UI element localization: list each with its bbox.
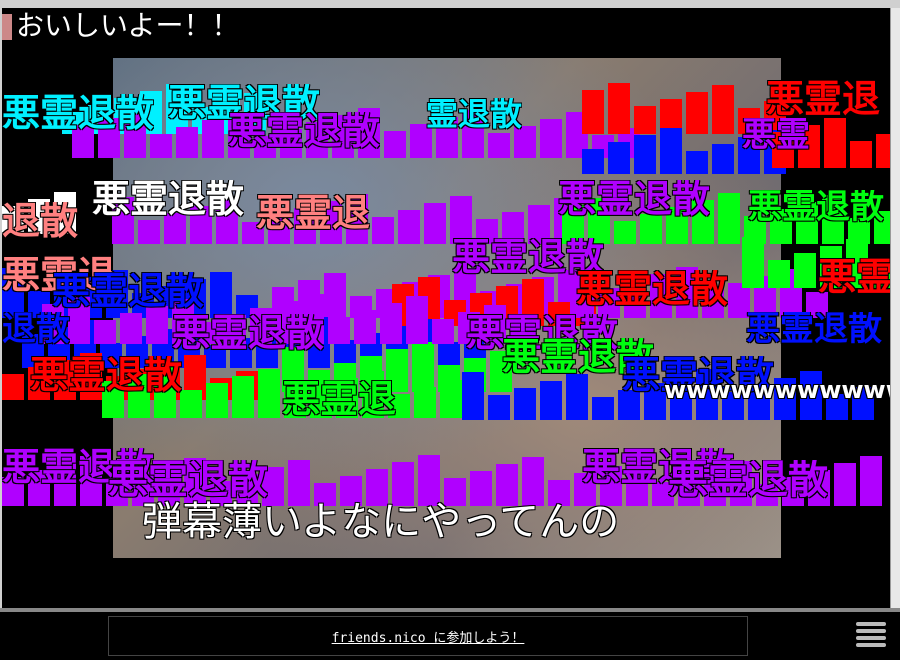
danmaku-bar bbox=[582, 90, 604, 134]
danmaku-bar bbox=[258, 369, 280, 418]
danmaku-comment: 悪霊退散 bbox=[746, 312, 882, 346]
danmaku-bar bbox=[850, 141, 872, 168]
danmaku-bar bbox=[406, 296, 428, 344]
danmaku-bar bbox=[514, 388, 536, 420]
danmaku-bar bbox=[566, 374, 588, 420]
danmaku-bar bbox=[432, 319, 454, 344]
danmaku-bar bbox=[2, 374, 24, 400]
danmaku-bar bbox=[876, 134, 890, 168]
danmaku-bar bbox=[608, 83, 630, 134]
danmaku-comment: 退散 bbox=[2, 312, 70, 346]
danmaku-comment: 悪霊退散 bbox=[576, 270, 729, 308]
danmaku-comment: 悪霊退散 bbox=[558, 180, 711, 218]
danmaku-bar bbox=[614, 221, 636, 244]
comment-layer: 悪霊退散 悪霊退散 霊退散 悪霊退散 悪霊退 悪霊 悪霊退散 退散 悪霊退 悪霊退散 悪霊退散 悪霊退… bbox=[2, 8, 890, 608]
danmaku-comment: 悪霊退散 bbox=[30, 356, 183, 394]
danmaku-comment: 悪霊退散 bbox=[52, 272, 205, 310]
video-player-page: 悪霊退散 悪霊退散 霊退散 悪霊退散 悪霊退 悪霊 悪霊退散 退散 悪霊退 悪霊退散 悪霊退散 悪霊退… bbox=[0, 0, 900, 660]
danmaku-bar bbox=[514, 126, 536, 158]
danmaku-bar bbox=[634, 135, 656, 174]
danmaku-bar bbox=[424, 203, 446, 244]
danmaku-comment: 悪霊退散 bbox=[2, 94, 155, 132]
laugh-comment: wwwwwwwwwww面白 bbox=[664, 378, 890, 402]
danmaku-bar bbox=[592, 397, 614, 420]
danmaku-bar bbox=[180, 390, 202, 418]
danmaku-bar bbox=[380, 303, 402, 344]
danmaku-comment: 退散 bbox=[2, 202, 79, 240]
danmaku-bar bbox=[210, 272, 232, 318]
danmaku-comment: 悪霊退 bbox=[256, 194, 371, 232]
danmaku-comment: 悪霊退散 bbox=[92, 180, 245, 218]
menu-icon[interactable] bbox=[856, 622, 886, 648]
danmaku-bar bbox=[412, 342, 434, 392]
danmaku-bar bbox=[232, 376, 254, 418]
danmaku-bar bbox=[860, 456, 882, 506]
danmaku-bar bbox=[206, 383, 228, 418]
danmaku-bar bbox=[398, 210, 420, 244]
danmaku-comment: 悪霊退散 bbox=[228, 112, 381, 150]
danmaku-bar bbox=[824, 118, 846, 168]
danmaku-bar bbox=[768, 260, 790, 288]
bottom-caption: 弾幕薄いよなにやってんの bbox=[142, 499, 620, 545]
danmaku-bar bbox=[488, 133, 510, 158]
danmaku-bar bbox=[328, 317, 350, 344]
danmaku-bar bbox=[712, 144, 734, 174]
danmaku-bar bbox=[324, 273, 346, 318]
friends-link[interactable]: friends.nico に参加しよう！ bbox=[332, 627, 525, 646]
danmaku-bar bbox=[742, 237, 764, 288]
danmaku-bar bbox=[354, 310, 376, 344]
danmaku-comment: 悪霊退 bbox=[282, 380, 397, 418]
danmaku-bar bbox=[540, 381, 562, 420]
danmaku-bar bbox=[202, 120, 224, 158]
danmaku-comment: 霊退散 bbox=[426, 98, 523, 130]
footer-bar: friends.nico に参加しよう！ bbox=[0, 612, 900, 660]
danmaku-bar bbox=[718, 193, 740, 244]
danmaku-bar bbox=[176, 127, 198, 158]
danmaku-bar bbox=[384, 131, 406, 158]
danmaku-bar bbox=[414, 387, 436, 418]
danmaku-comment: 悪霊退散 bbox=[108, 460, 268, 500]
danmaku-bar bbox=[94, 320, 116, 344]
danmaku-bar bbox=[686, 92, 708, 134]
danmaku-comment: 悪霊退散 bbox=[172, 314, 325, 352]
top-comment: おいしいよー！！ bbox=[2, 8, 239, 44]
danmaku-bar bbox=[712, 85, 734, 134]
danmaku-bar bbox=[450, 196, 472, 244]
danmaku-bar bbox=[686, 151, 708, 174]
danmaku-comment: 悪霊退散 bbox=[668, 460, 828, 500]
danmaku-comment: 悪霊退 bbox=[766, 80, 881, 118]
danmaku-bar bbox=[440, 380, 462, 418]
top-comment-text: おいしいよー！！ bbox=[16, 9, 240, 42]
friends-banner[interactable]: friends.nico に参加しよう！ bbox=[108, 616, 748, 656]
danmaku-bar bbox=[462, 372, 484, 420]
danmaku-bar bbox=[640, 214, 662, 244]
danmaku-bar bbox=[582, 149, 604, 174]
danmaku-bar bbox=[660, 128, 682, 174]
danmaku-bar bbox=[150, 134, 172, 158]
danmaku-bar bbox=[120, 313, 142, 344]
danmaku-bar bbox=[146, 306, 168, 344]
avatar-icon bbox=[2, 14, 12, 40]
video-player[interactable]: 悪霊退散 悪霊退散 霊退散 悪霊退散 悪霊退 悪霊 悪霊退散 退散 悪霊退 悪霊退散 悪霊退散 悪霊退… bbox=[2, 8, 890, 608]
danmaku-bar bbox=[794, 253, 816, 288]
scrollbar[interactable] bbox=[890, 8, 900, 608]
danmaku-bar bbox=[138, 220, 160, 244]
danmaku-comment: 悪霊退散 bbox=[748, 190, 884, 224]
danmaku-comment: 悪霊 bbox=[818, 258, 890, 296]
danmaku-comment: 悪霊 bbox=[742, 118, 810, 152]
danmaku-bar bbox=[540, 119, 562, 158]
danmaku-bar bbox=[634, 106, 656, 134]
danmaku-bar bbox=[618, 390, 640, 420]
danmaku-bar bbox=[608, 142, 630, 174]
danmaku-bar bbox=[488, 395, 510, 420]
danmaku-bar bbox=[372, 217, 394, 244]
danmaku-bar bbox=[834, 463, 856, 506]
